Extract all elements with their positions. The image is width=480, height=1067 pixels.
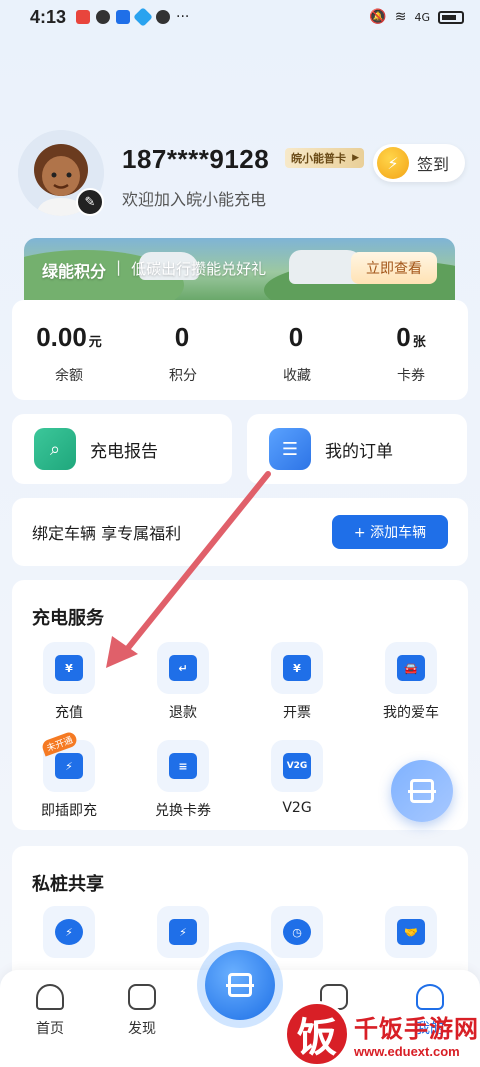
floating-scan-button[interactable] [391,760,453,822]
stat-unit: 张 [412,335,426,350]
status-bar: 4:13 ··· 🔕 ≋ 4G [0,0,480,34]
status-time: 4:13 [30,6,67,27]
notification-icons: ··· [76,7,190,27]
member-tag[interactable]: 皖小能普卡 ▶ [285,148,364,168]
watermark-url: www.eduext.com [354,1043,460,1059]
banner-title: 绿能积分 [42,262,107,281]
service-invoice[interactable]: ¥ 开票 [240,642,354,722]
banner-subtitle: 低碳出行攒能兑好礼 [131,260,267,278]
stat-value: 0.00 [36,322,87,352]
v2g-icon: V2G [271,740,323,792]
checkin-button[interactable]: ⚡ 签到 [373,144,465,182]
stat-points[interactable]: 0 积分 [126,300,240,400]
pile-item-schedule[interactable]: ◷ [240,906,354,958]
center-scan-button[interactable] [205,950,275,1020]
car-icon: 🚘 [385,642,437,694]
pile-item-charger[interactable]: ⚡ [126,906,240,958]
charging-report-card[interactable]: ⌕ 充电报告 [12,414,232,484]
services-title: 充电服务 [32,608,104,629]
checkin-label: 签到 [417,155,450,174]
mute-icon: 🔕 [369,9,387,25]
service-label: V2G [282,800,312,816]
pile-item-share[interactable]: 🤝 [354,906,468,958]
stat-label: 收藏 [283,368,311,384]
watermark-name: 千饭手游网 [354,1014,479,1043]
coin-bolt-icon: ⚡ [377,147,409,179]
stat-value: 0 [174,322,190,352]
app-notification-icon [76,10,91,24]
stat-label: 卡券 [397,368,425,384]
stat-value: 0 [396,322,411,352]
user-phone: 187****9128 [122,144,270,174]
service-v2g[interactable]: V2G V2G [240,740,354,820]
discover-icon [128,984,156,1010]
service-label: 即插即充 [41,803,97,819]
invoice-icon: ¥ [271,642,323,694]
tab-discover[interactable]: 发现 [112,984,172,1038]
stat-favorites[interactable]: 0 收藏 [240,300,354,400]
clock-icon: ◷ [271,906,323,958]
location-bolt-icon: ⚡ [43,906,95,958]
service-my-car[interactable]: 🚘 我的爱车 [354,642,468,722]
report-search-icon: ⌕ [34,428,76,470]
service-label: 兑换卡券 [155,803,211,819]
charging-report-label: 充电报告 [90,441,158,462]
add-vehicle-button[interactable]: + 添加车辆 [332,515,448,549]
recharge-icon: ¥ [43,642,95,694]
view-now-button[interactable]: 立即查看 [351,252,437,284]
service-redeem-coupon[interactable]: ≡ 兑换卡券 [126,740,240,820]
refund-icon: ↵ [157,642,209,694]
watermark: 饭 千饭手游网 www.eduext.com [284,1000,480,1067]
app-icon [116,10,131,24]
play-icon: ▶ [352,153,359,163]
edit-avatar-icon[interactable]: ✎ [76,188,104,216]
wifi-icon: ≋ [394,9,407,25]
service-refund[interactable]: ↵ 退款 [126,642,240,722]
private-pile-title: 私桩共享 [32,874,104,895]
member-tag-label: 皖小能普卡 [291,152,346,165]
stat-coupons[interactable]: 0张 卡券 [354,300,468,400]
service-plug-and-charge[interactable]: ⚡ 未开通 即插即充 [12,730,126,820]
bind-vehicle-text: 绑定车辆 享专属福利 [32,524,182,543]
service-label: 我的爱车 [383,705,439,721]
tab-label: 发现 [128,1021,156,1037]
my-orders-card[interactable]: ☰ 我的订单 [247,414,467,484]
battery-icon [438,10,464,24]
stat-label: 余额 [55,368,83,384]
stat-value: 0 [288,322,304,352]
wechat-icon [96,10,111,24]
welcome-text: 欢迎加入皖小能充电 [122,190,267,209]
tab-label: 首页 [36,1021,64,1037]
coupon-icon: ≡ [157,740,209,792]
service-label: 开票 [283,705,311,721]
banner-separator: | [116,258,122,276]
charger-icon: ⚡ [157,906,209,958]
bind-vehicle-card: 绑定车辆 享专属福利 + 添加车辆 [12,498,468,566]
service-label: 充值 [55,705,83,721]
stats-card: 0.00 元 余额 0 积分 0 收藏 0张 卡券 [12,300,468,400]
watermark-logo: 饭 [284,1000,350,1067]
home-icon [36,984,64,1010]
green-points-banner[interactable]: 绿能积分 | 低碳出行攒能兑好礼 立即查看 [24,238,455,300]
tab-home[interactable]: 首页 [20,984,80,1038]
message-icon [156,10,171,24]
my-orders-label: 我的订单 [325,441,393,462]
handshake-icon: 🤝 [385,906,437,958]
service-recharge[interactable]: ¥ 充值 [12,642,126,722]
stat-unit: 元 [88,335,102,350]
network-label: 4G [414,10,430,24]
orders-icon: ☰ [269,428,311,470]
service-label: 退款 [169,705,197,721]
stat-label: 积分 [169,368,197,384]
pile-item-location[interactable]: ⚡ [12,906,126,958]
stat-balance[interactable]: 0.00 元 余额 [12,300,126,400]
scan-icon [408,779,436,803]
app-icon-2 [133,7,153,27]
scan-icon [226,973,254,997]
more-icon: ··· [176,9,190,25]
